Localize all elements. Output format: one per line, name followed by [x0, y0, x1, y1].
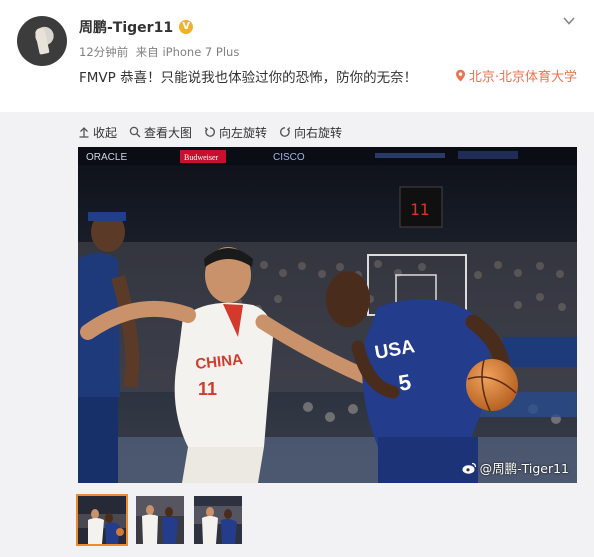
- location-text: 北京·北京体育大学: [468, 70, 577, 85]
- media-panel: 收起 查看大图 向左旋转 向右旋转 ORACLE Budweiser CISCO…: [0, 112, 594, 557]
- court-ad-budweiser: Budweiser: [184, 153, 219, 162]
- collapse-label: 收起: [93, 125, 118, 140]
- weibo-logo-icon: [462, 462, 476, 474]
- post-meta: 12分钟前 来自 iPhone 7 Plus: [79, 44, 239, 60]
- rotate-right-label: 向右旋转: [294, 125, 343, 140]
- source-prefix: 来自: [135, 45, 159, 59]
- thumbnail-1-image: [78, 496, 126, 544]
- location-pin-icon: [455, 69, 465, 82]
- chevron-down-icon[interactable]: [562, 14, 576, 28]
- avatar-figure: [34, 27, 50, 55]
- rotate-right-button[interactable]: 向右旋转: [279, 124, 342, 141]
- watermark: @周鹏-Tiger11: [462, 458, 569, 477]
- thumbnail-3-image: [194, 496, 242, 544]
- jersey-china-number: 11: [198, 379, 217, 399]
- thumbnail-1[interactable]: [76, 494, 128, 546]
- court-ad-oracle: ORACLE: [86, 152, 127, 163]
- collapse-button[interactable]: 收起: [78, 124, 117, 141]
- media-toolbar: 收起 查看大图 向左旋转 向右旋转: [78, 122, 342, 142]
- collapse-arrow-icon: [79, 127, 89, 138]
- verified-badge-icon: V: [179, 20, 194, 34]
- watermark-text: @周鹏-Tiger11: [479, 461, 569, 476]
- location-link[interactable]: 北京·北京体育大学: [455, 66, 577, 85]
- basketball-game-photo: ORACLE Budweiser CISCO 11 CHINA 11 USA 5: [78, 147, 577, 483]
- post-author: 周鹏-Tiger11 V: [79, 17, 194, 37]
- post-text: FMVP 恭喜！只能说我也体验过你的恐怖，防你的无奈！: [79, 70, 418, 86]
- rotate-left-label: 向左旋转: [219, 125, 268, 140]
- author-name-link[interactable]: 周鹏-Tiger11: [79, 17, 173, 37]
- view-large-button[interactable]: 查看大图: [129, 124, 192, 141]
- thumbnail-2[interactable]: [134, 494, 186, 546]
- post-source[interactable]: iPhone 7 Plus: [162, 45, 239, 59]
- rotate-left-icon: [204, 127, 216, 137]
- post-time[interactable]: 12分钟前: [79, 45, 128, 59]
- shot-clock: 11: [410, 200, 429, 219]
- post-header: 周鹏-Tiger11 V 12分钟前 来自 iPhone 7 Plus FMVP…: [0, 0, 594, 112]
- magnifier-icon: [129, 126, 141, 138]
- main-photo[interactable]: ORACLE Budweiser CISCO 11 CHINA 11 USA 5…: [78, 147, 577, 483]
- thumbnail-strip: [76, 494, 244, 546]
- thumbnail-3[interactable]: [192, 494, 244, 546]
- court-ad-cisco: CISCO: [273, 152, 305, 163]
- thumbnail-2-image: [136, 496, 184, 544]
- view-large-label: 查看大图: [144, 125, 193, 140]
- avatar[interactable]: [17, 16, 67, 66]
- rotate-left-button[interactable]: 向左旋转: [204, 124, 267, 141]
- rotate-right-icon: [280, 127, 291, 137]
